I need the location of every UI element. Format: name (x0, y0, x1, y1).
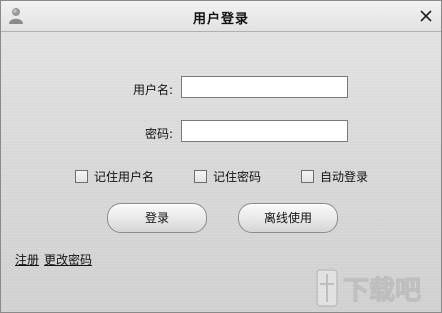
offline-button[interactable]: 离线使用 (238, 203, 338, 233)
checkbox-box[interactable] (75, 170, 88, 183)
auto-login-checkbox[interactable]: 自动登录 (301, 168, 368, 185)
remember-username-checkbox[interactable]: 记住用户名 (75, 168, 154, 185)
login-window: 用户登录 用户名: 密码: 记住用户名 记住密码 自动登录 登录 离线使用 注册… (0, 0, 442, 313)
login-button[interactable]: 登录 (107, 203, 207, 233)
password-label: 密码: (144, 127, 173, 141)
close-icon[interactable] (417, 7, 435, 25)
checkbox-box[interactable] (301, 170, 314, 183)
checkbox-box[interactable] (194, 170, 207, 183)
username-input[interactable] (181, 76, 348, 98)
svg-text:下载吧: 下载吧 (343, 276, 421, 306)
remember-password-label: 记住密码 (213, 170, 262, 184)
remember-password-checkbox[interactable]: 记住密码 (194, 168, 261, 185)
watermark-logo: 下载吧 (316, 269, 422, 307)
auto-login-label: 自动登录 (320, 170, 369, 184)
window-title: 用户登录 (192, 12, 249, 27)
username-label: 用户名: (132, 83, 173, 97)
remember-username-label: 记住用户名 (94, 170, 155, 184)
change-password-link[interactable]: 更改密码 (44, 251, 92, 268)
password-input[interactable] (181, 120, 348, 142)
register-link[interactable]: 注册 (15, 251, 39, 268)
title-bar: 用户登录 (1, 1, 441, 32)
